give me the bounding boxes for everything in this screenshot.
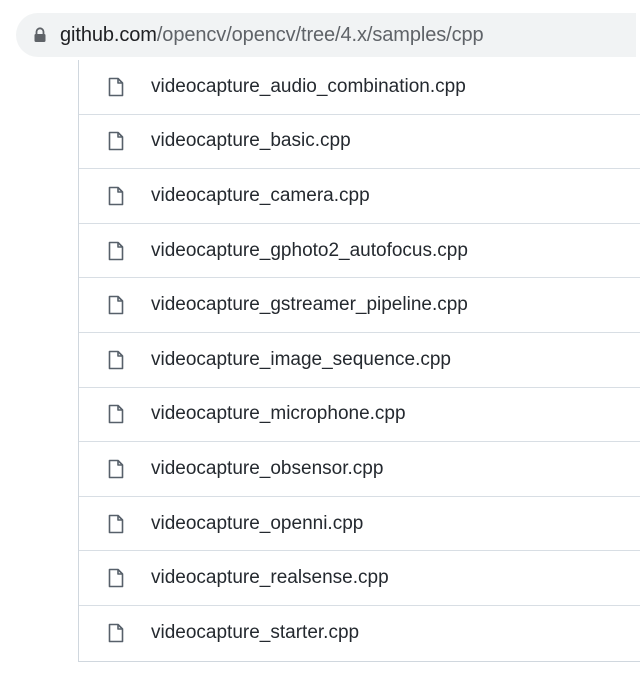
file-icon — [105, 185, 127, 207]
file-name-link[interactable]: videocapture_starter.cpp — [151, 622, 359, 644]
file-row[interactable]: videocapture_openni.cpp — [79, 497, 640, 552]
file-row[interactable]: videocapture_gstreamer_pipeline.cpp — [79, 278, 640, 333]
file-name-link[interactable]: videocapture_obsensor.cpp — [151, 458, 383, 480]
url-text[interactable]: github.com/opencv/opencv/tree/4.x/sample… — [60, 24, 484, 47]
file-icon — [105, 403, 127, 425]
file-row[interactable]: videocapture_basic.cpp — [79, 115, 640, 170]
file-name-link[interactable]: videocapture_gphoto2_autofocus.cpp — [151, 240, 468, 262]
file-icon — [105, 349, 127, 371]
file-row[interactable]: videocapture_camera.cpp — [79, 169, 640, 224]
file-icon — [105, 294, 127, 316]
file-icon — [105, 622, 127, 644]
file-name-link[interactable]: videocapture_camera.cpp — [151, 185, 370, 207]
file-icon — [105, 458, 127, 480]
file-name-link[interactable]: videocapture_realsense.cpp — [151, 567, 389, 589]
url-path: /opencv/opencv/tree/4.x/samples/cpp — [156, 23, 484, 46]
file-row[interactable]: videocapture_image_sequence.cpp — [79, 333, 640, 388]
file-icon — [105, 76, 127, 98]
file-icon — [105, 240, 127, 262]
file-name-link[interactable]: videocapture_audio_combination.cpp — [151, 76, 466, 98]
file-row[interactable]: videocapture_gphoto2_autofocus.cpp — [79, 224, 640, 279]
file-row[interactable]: videocapture_obsensor.cpp — [79, 442, 640, 497]
file-row[interactable]: videocapture_starter.cpp — [79, 606, 640, 661]
file-icon — [105, 130, 127, 152]
file-name-link[interactable]: videocapture_gstreamer_pipeline.cpp — [151, 294, 468, 316]
file-name-link[interactable]: videocapture_basic.cpp — [151, 130, 351, 152]
file-list: videocapture_audio_combination.cpp video… — [78, 60, 640, 662]
file-row[interactable]: videocapture_realsense.cpp — [79, 551, 640, 606]
file-row[interactable]: videocapture_microphone.cpp — [79, 388, 640, 443]
file-icon — [105, 567, 127, 589]
address-bar[interactable]: github.com/opencv/opencv/tree/4.x/sample… — [16, 13, 636, 57]
file-icon — [105, 513, 127, 535]
lock-icon[interactable] — [30, 25, 50, 45]
file-name-link[interactable]: videocapture_microphone.cpp — [151, 403, 406, 425]
file-name-link[interactable]: videocapture_image_sequence.cpp — [151, 349, 451, 371]
file-row[interactable]: videocapture_audio_combination.cpp — [79, 60, 640, 115]
file-name-link[interactable]: videocapture_openni.cpp — [151, 513, 363, 535]
url-host: github.com — [60, 23, 157, 46]
